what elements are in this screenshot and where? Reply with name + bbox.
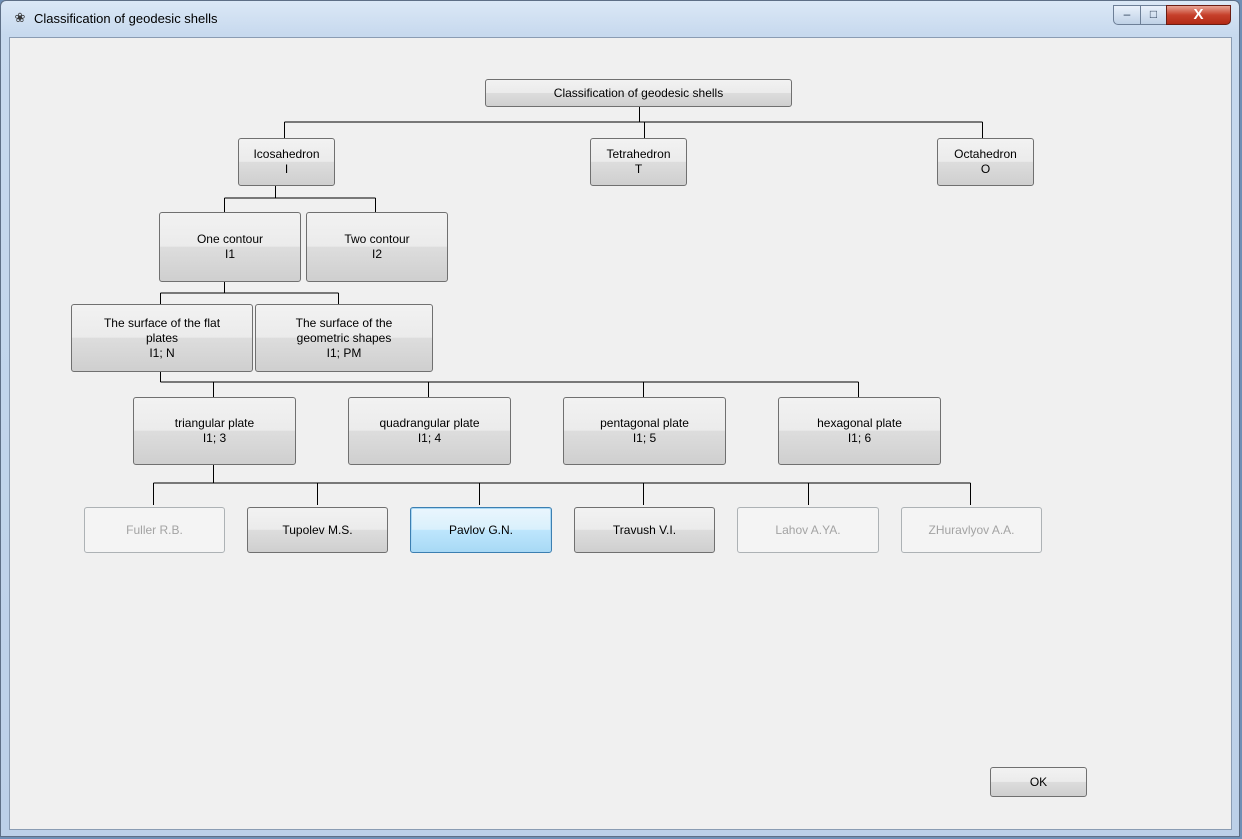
node-code: I1 <box>224 247 235 261</box>
one-contour-button[interactable]: One contour I1 <box>159 212 301 282</box>
maximize-button[interactable]: □ <box>1140 5 1167 25</box>
node-code: I1; 4 <box>417 431 442 445</box>
node-code: I1; 6 <box>847 431 872 445</box>
author-pavlov-button[interactable]: Pavlov G.N. <box>410 507 552 553</box>
hexagonal-plate-button[interactable]: hexagonal plate I1; 6 <box>778 397 941 465</box>
author-tupolev-button[interactable]: Tupolev M.S. <box>247 507 388 553</box>
client-area: Classification of geodesic shells Icosah… <box>9 37 1232 830</box>
icosahedron-button[interactable]: Icosahedron I <box>238 138 335 186</box>
node-line1: The surface of the <box>295 315 393 330</box>
node-code: I1; 3 <box>202 431 227 445</box>
author-zhuravlyov-button[interactable]: ZHuravlyov A.A. <box>901 507 1042 553</box>
app-icon: ❀ <box>14 10 26 25</box>
close-button[interactable]: X <box>1166 5 1231 25</box>
node-line2: geometric shapes <box>296 330 392 345</box>
node-code: O <box>980 162 991 176</box>
node-line1: The surface of the flat <box>103 315 221 330</box>
node-name: Octahedron <box>954 147 1017 161</box>
two-contour-button[interactable]: Two contour I2 <box>306 212 448 282</box>
tetrahedron-button[interactable]: Tetrahedron T <box>590 138 687 186</box>
node-name: triangular plate <box>174 416 255 430</box>
node-code: T <box>634 162 643 176</box>
ok-button[interactable]: OK <box>990 767 1087 797</box>
title-bar[interactable]: ❀ Classification of geodesic shells – □ … <box>1 1 1239 35</box>
node-name: pentagonal plate <box>600 416 689 430</box>
node-name: hexagonal plate <box>817 416 902 430</box>
node-name: One contour <box>196 232 264 246</box>
pentagonal-plate-button[interactable]: pentagonal plate I1; 5 <box>563 397 726 465</box>
node-line2: plates <box>145 330 179 345</box>
root-node-label: Classification of geodesic shells <box>553 85 724 100</box>
node-name: Icosahedron <box>253 147 320 161</box>
quadrangular-plate-button[interactable]: quadrangular plate I1; 4 <box>348 397 511 465</box>
author-lahov-button[interactable]: Lahov A.YA. <box>737 507 879 553</box>
node-code: I <box>284 162 289 176</box>
node-code: I1; PM <box>326 345 362 360</box>
node-code: I1; 5 <box>632 431 657 445</box>
node-name: quadrangular plate <box>379 416 480 430</box>
node-code: I1; N <box>149 345 175 360</box>
node-name: Two contour <box>344 232 410 246</box>
dialog-window: ❀ Classification of geodesic shells – □ … <box>0 0 1240 837</box>
window-title: Classification of geodesic shells <box>34 11 218 26</box>
author-travush-button[interactable]: Travush V.I. <box>574 507 715 553</box>
node-code: I2 <box>371 247 382 261</box>
octahedron-button[interactable]: Octahedron O <box>937 138 1034 186</box>
flat-plates-surface-button[interactable]: The surface of the flat plates I1; N <box>71 304 253 372</box>
geometric-shapes-surface-button[interactable]: The surface of the geometric shapes I1; … <box>255 304 433 372</box>
triangular-plate-button[interactable]: triangular plate I1; 3 <box>133 397 296 465</box>
author-fuller-button[interactable]: Fuller R.B. <box>84 507 225 553</box>
node-name: Tetrahedron <box>606 147 671 161</box>
root-node-button[interactable]: Classification of geodesic shells <box>485 79 792 107</box>
minimize-button[interactable]: – <box>1113 5 1141 25</box>
